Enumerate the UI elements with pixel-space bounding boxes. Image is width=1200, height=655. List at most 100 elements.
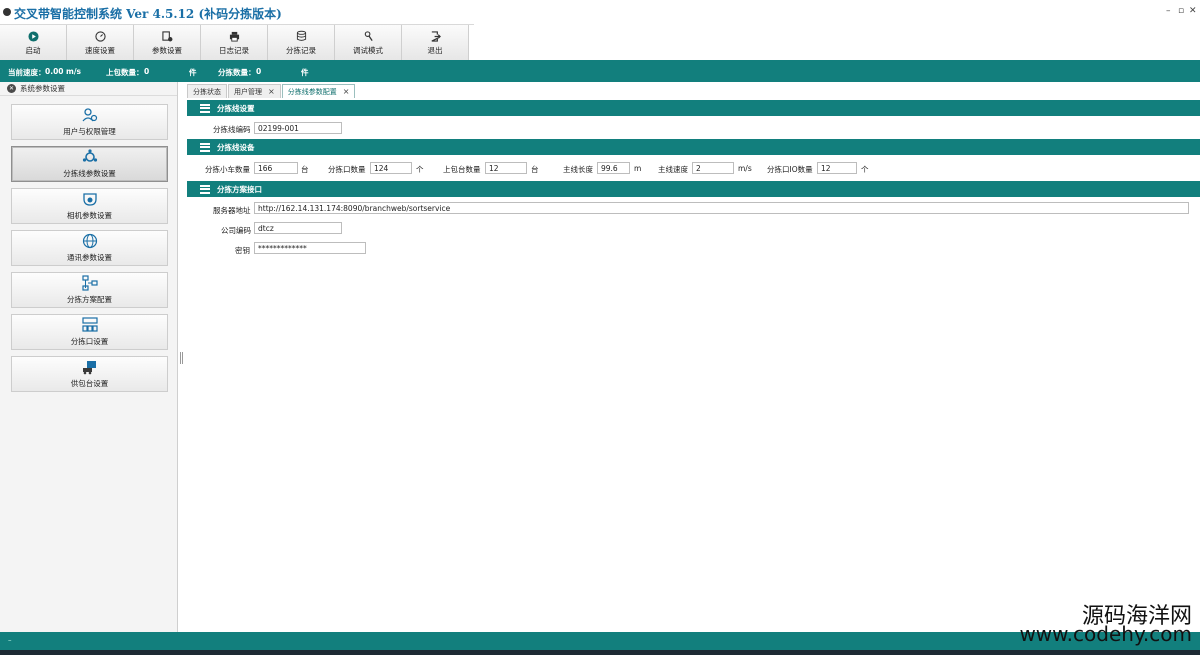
port-count-label: 分拣口数量 xyxy=(328,165,366,174)
tab-close-icon[interactable]: × xyxy=(343,87,350,96)
minimize-button[interactable]: – xyxy=(1166,6,1171,16)
main-line-speed-label: 主线速度 xyxy=(658,165,688,174)
upload-count-unit: 件 xyxy=(189,68,197,77)
io-count-label: 分拣口IO数量 xyxy=(767,165,813,174)
io-count-unit: 个 xyxy=(861,165,869,174)
main-line-speed-unit: m/s xyxy=(738,164,752,173)
tab-line-params-config[interactable]: 分拣线参数配置 × xyxy=(281,84,356,98)
sidebar-title: 系统参数设置 xyxy=(20,84,65,93)
title-bar: 交叉带智能控制系统 Ver 4.5.12 (补码分拣版本) – ▫ ✕ xyxy=(0,0,1200,24)
main-line-length-unit: m xyxy=(634,164,642,173)
start-button[interactable]: 启动 xyxy=(0,25,67,61)
sidebar-item-comm-params[interactable]: 通讯参数设置 xyxy=(11,230,168,266)
section-title: 分拣线设置 xyxy=(217,103,255,113)
grid-icon xyxy=(81,317,98,333)
port-count-input[interactable] xyxy=(370,162,412,174)
flow-icon xyxy=(81,275,98,291)
section-header-line-devices: 分拣线设备 xyxy=(187,139,1200,155)
printer-icon xyxy=(228,30,240,42)
secret-key-input[interactable] xyxy=(254,242,366,254)
start-label: 启动 xyxy=(25,46,41,55)
play-icon xyxy=(27,30,39,42)
param-settings-label: 参数设置 xyxy=(152,46,182,55)
server-address-label: 服务器地址 xyxy=(213,206,251,215)
exit-label: 退出 xyxy=(427,46,443,55)
main-line-length-input[interactable] xyxy=(597,162,630,174)
feeder-count-label: 上包台数量 xyxy=(443,165,481,174)
sidebar-item-camera-params[interactable]: 相机参数设置 xyxy=(11,188,168,224)
debug-mode-button[interactable]: 调试模式 xyxy=(335,25,402,61)
cart-count-input[interactable] xyxy=(254,162,298,174)
server-address-input[interactable] xyxy=(254,202,1189,214)
exit-icon xyxy=(429,30,441,42)
sidebar-item-label: 供包台设置 xyxy=(70,379,109,388)
window-title: 交叉带智能控制系统 Ver 4.5.12 (补码分拣版本) xyxy=(14,7,282,21)
status-bar: 当前速度： 0.00 m/s 上包数量： 0 件 分拣数量： 0 件 xyxy=(0,60,1200,82)
sort-records-button[interactable]: 分拣记录 xyxy=(268,25,335,61)
list-icon xyxy=(200,142,210,152)
os-taskbar xyxy=(0,650,1200,655)
param-settings-button[interactable]: 参数设置 xyxy=(134,25,201,61)
log-records-button[interactable]: 日志记录 xyxy=(201,25,268,61)
exit-button[interactable]: 退出 xyxy=(402,25,469,61)
panel-splitter-handle[interactable] xyxy=(180,352,183,364)
sidebar-item-sort-plan[interactable]: 分拣方案配置 xyxy=(11,272,168,308)
database-icon xyxy=(295,30,307,42)
watermark-url: www.codehy.com xyxy=(1019,622,1192,646)
sidebar-item-label: 分拣线参数设置 xyxy=(63,169,116,178)
io-count-input[interactable] xyxy=(817,162,857,174)
tab-sort-status[interactable]: 分拣状态 xyxy=(187,84,227,98)
main-line-speed-input[interactable] xyxy=(692,162,734,174)
cart-count-label: 分拣小车数量 xyxy=(205,165,250,174)
speed-status-value: 0.00 xyxy=(45,67,64,76)
main-toolbar: 启动 速度设置 参数设置 日志记录 分拣记录 调试模式 退出 xyxy=(0,24,474,61)
camera-icon xyxy=(82,191,98,207)
tab-user-management[interactable]: 用户管理 × xyxy=(228,84,281,98)
upload-count-value: 0 xyxy=(144,67,150,76)
tab-close-icon[interactable]: × xyxy=(268,87,275,96)
main-line-length-label: 主线长度 xyxy=(563,165,593,174)
feeder-count-input[interactable] xyxy=(485,162,527,174)
sidebar-item-label: 分拣方案配置 xyxy=(67,295,112,304)
network-icon xyxy=(82,149,98,165)
sidebar-item-line-params[interactable]: 分拣线参数设置 xyxy=(11,146,168,182)
close-button[interactable]: ✕ xyxy=(1189,6,1197,16)
company-code-label: 公司编码 xyxy=(221,226,251,235)
section-title: 分拣线设备 xyxy=(217,142,255,152)
line-code-label: 分拣线编码 xyxy=(213,125,251,134)
sort-count-value: 0 xyxy=(256,67,262,76)
speed-settings-button[interactable]: 速度设置 xyxy=(67,25,134,61)
debug-icon xyxy=(362,30,374,42)
main-content: 分拣线设置 分拣线编码 分拣线设备 分拣小车数量 台 分拣口数量 个 上包台数量… xyxy=(187,98,1200,632)
restore-button[interactable]: ▫ xyxy=(1178,6,1184,16)
list-icon xyxy=(200,103,210,113)
sidebar-item-user-permissions[interactable]: 用户与权限管理 xyxy=(11,104,168,140)
list-icon xyxy=(200,184,210,194)
tab-label: 分拣状态 xyxy=(193,87,221,96)
sort-count-label: 分拣数量： xyxy=(218,68,256,77)
status-indicator-icon: – xyxy=(8,636,12,644)
app-logo-icon xyxy=(3,8,11,16)
line-code-input[interactable] xyxy=(254,122,342,134)
sidebar-item-label: 分拣口设置 xyxy=(70,337,109,346)
section-title: 分拣方案接口 xyxy=(217,184,262,194)
port-count-unit: 个 xyxy=(416,165,424,174)
section-header-line-settings: 分拣线设置 xyxy=(187,100,1200,116)
feeder-count-unit: 台 xyxy=(531,165,539,174)
speed-status-unit: m/s xyxy=(66,67,82,76)
package-icon xyxy=(82,359,98,375)
sidebar-item-label: 相机参数设置 xyxy=(67,211,112,220)
sort-count-unit: 件 xyxy=(301,68,309,77)
sort-records-label: 分拣记录 xyxy=(286,46,316,55)
section-header-plan-interface: 分拣方案接口 xyxy=(187,181,1200,197)
sidebar-close-icon[interactable]: ✕ xyxy=(7,84,16,93)
company-code-input[interactable] xyxy=(254,222,342,234)
cart-count-unit: 台 xyxy=(301,165,309,174)
debug-mode-label: 调试模式 xyxy=(353,46,383,55)
globe-icon xyxy=(82,233,98,249)
settings-sidebar: ✕ 系统参数设置 用户与权限管理 分拣线参数设置 相机参数设置 通讯参数设置 分… xyxy=(0,82,178,632)
sidebar-item-feeder[interactable]: 供包台设置 xyxy=(11,356,168,392)
tab-strip: 分拣状态 用户管理 × 分拣线参数配置 × xyxy=(187,84,356,98)
sidebar-item-sort-port[interactable]: 分拣口设置 xyxy=(11,314,168,350)
speed-status-label: 当前速度： xyxy=(8,68,46,77)
